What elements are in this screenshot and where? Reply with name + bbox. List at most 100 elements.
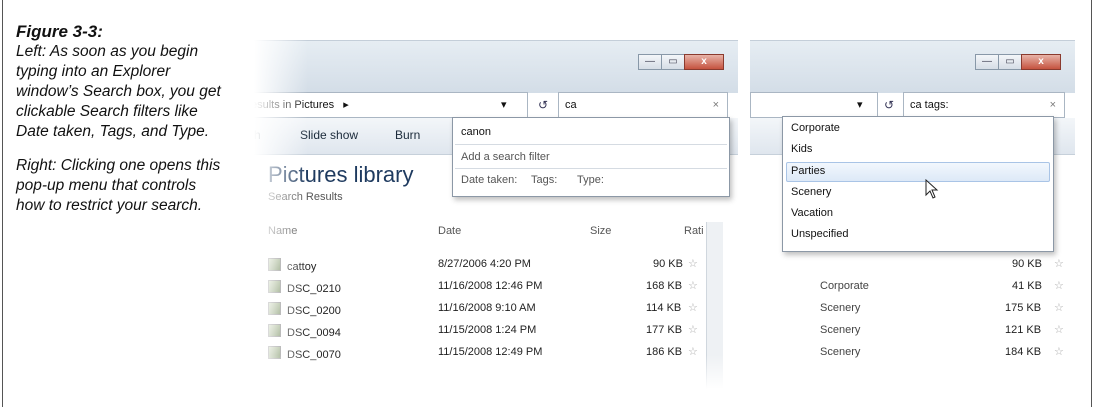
- mouse-pointer-icon: [925, 179, 939, 199]
- refresh-icon: ↺: [537, 98, 549, 112]
- fade-bottom: [750, 355, 1075, 395]
- vertical-scrollbar[interactable]: [706, 222, 723, 395]
- minimize-button[interactable]: —: [638, 54, 662, 70]
- search-value: ca tags:: [910, 99, 949, 111]
- search-input[interactable]: ca tags: ×: [903, 92, 1065, 118]
- minimize-icon: —: [645, 56, 655, 67]
- library-subtitle: Search Results: [268, 191, 343, 203]
- file-size: 114 KB: [646, 302, 682, 314]
- menu-item-scenery[interactable]: Scenery: [791, 186, 831, 198]
- rating-star-icon[interactable]: ☆: [1054, 301, 1064, 314]
- caption-left-text: Left: As soon as you begin typing into a…: [16, 43, 221, 140]
- figure-caption: Figure 3-3: Left: As soon as you begin t…: [16, 22, 226, 230]
- file-size: 168 KB: [646, 280, 683, 292]
- maximize-button[interactable]: ▭: [998, 54, 1022, 70]
- file-row[interactable]: DSC_0070: [268, 346, 341, 361]
- file-size: 121 KB: [1005, 324, 1042, 336]
- menu-item-unspecified[interactable]: Unspecified: [791, 228, 848, 240]
- search-input[interactable]: ca ×: [558, 92, 728, 118]
- file-tags: Scenery: [820, 324, 861, 336]
- filter-type[interactable]: Type:: [577, 174, 604, 186]
- filter-tags[interactable]: Tags:: [531, 174, 557, 186]
- file-date: 11/15/2008 1:24 PM: [438, 324, 537, 336]
- popup-divider: [455, 168, 727, 169]
- file-size: 184 KB: [1005, 346, 1042, 358]
- file-date: 8/27/2006 4:20 PM: [438, 258, 531, 270]
- rating-star-icon[interactable]: ☆: [1054, 279, 1064, 292]
- toolbar-search-button[interactable]: ch: [248, 128, 261, 142]
- refresh-button[interactable]: ↺: [878, 92, 900, 118]
- chevron-down-icon[interactable]: ▾: [857, 93, 863, 117]
- file-row[interactable]: DSC_0200: [268, 302, 341, 317]
- add-search-filter-heading: Add a search filter: [461, 151, 550, 163]
- file-size: 177 KB: [646, 324, 683, 336]
- slideshow-button[interactable]: Slide show: [300, 128, 358, 142]
- menu-highlight: [786, 162, 1050, 182]
- menu-item-parties[interactable]: Parties: [791, 165, 825, 177]
- file-name: DSC_0200: [287, 305, 341, 317]
- file-date: 11/16/2008 12:46 PM: [438, 280, 543, 292]
- image-file-icon: [268, 302, 281, 315]
- tags-filter-menu: Corporate Kids Parties Scenery Vacation …: [782, 116, 1054, 252]
- file-tags: Scenery: [820, 302, 861, 314]
- file-name: DSC_0094: [287, 327, 341, 339]
- address-bar[interactable]: esults in Pictures ▸ ▾: [248, 92, 528, 118]
- file-row[interactable]: cattoy: [268, 258, 316, 273]
- left-window-buttons: — ▭ x: [638, 54, 724, 70]
- popup-divider: [455, 144, 727, 145]
- rating-star-icon[interactable]: ☆: [1054, 323, 1064, 336]
- filter-date-taken[interactable]: Date taken:: [461, 174, 517, 186]
- rating-star-icon[interactable]: ☆: [688, 257, 698, 270]
- file-tags: Scenery: [820, 346, 861, 358]
- chevron-down-icon[interactable]: ▾: [501, 93, 507, 117]
- maximize-button[interactable]: ▭: [661, 54, 685, 70]
- rating-star-icon[interactable]: ☆: [688, 301, 698, 314]
- minimize-icon: —: [982, 56, 992, 67]
- rating-star-icon[interactable]: ☆: [1054, 257, 1064, 270]
- fade-bottom: [248, 355, 738, 395]
- address-bar[interactable]: ▾: [750, 92, 878, 118]
- file-size: 90 KB: [1012, 258, 1042, 270]
- fade-top: [750, 10, 1075, 40]
- file-name: cattoy: [287, 261, 317, 273]
- file-name: DSC_0210: [287, 283, 341, 295]
- left-screenshot: — ▭ x esults in Pictures ▸ ▾ ↺ ca × ch S…: [248, 10, 738, 395]
- column-rating[interactable]: Rati: [684, 225, 704, 237]
- refresh-icon: ↺: [883, 98, 895, 112]
- maximize-icon: ▭: [668, 56, 678, 67]
- menu-item-corporate[interactable]: Corporate: [791, 122, 840, 134]
- file-tags: Corporate: [820, 280, 869, 292]
- file-row[interactable]: DSC_0094: [268, 324, 341, 339]
- file-date: 11/16/2008 9:10 AM: [438, 302, 536, 314]
- column-name[interactable]: Name: [268, 225, 297, 237]
- breadcrumb[interactable]: esults in Pictures: [251, 99, 334, 111]
- clear-search-icon[interactable]: ×: [713, 93, 719, 117]
- image-file-icon: [268, 346, 281, 359]
- column-date[interactable]: Date: [438, 225, 461, 237]
- close-button[interactable]: x: [1021, 54, 1061, 70]
- suggestion-canon[interactable]: canon: [461, 126, 491, 138]
- figure-title: Figure 3-3:: [16, 22, 103, 41]
- clear-search-icon[interactable]: ×: [1050, 93, 1056, 117]
- right-window-buttons: — ▭ x: [975, 54, 1061, 70]
- file-date: 11/15/2008 12:49 PM: [438, 346, 543, 358]
- file-size: 90 KB: [653, 258, 683, 270]
- menu-item-kids[interactable]: Kids: [791, 143, 812, 155]
- menu-item-vacation[interactable]: Vacation: [791, 207, 833, 219]
- refresh-button[interactable]: ↺: [532, 92, 554, 118]
- rating-star-icon[interactable]: ☆: [688, 279, 698, 292]
- file-row[interactable]: DSC_0210: [268, 280, 341, 295]
- column-size[interactable]: Size: [590, 225, 611, 237]
- close-button[interactable]: x: [684, 54, 724, 70]
- rating-star-icon[interactable]: ☆: [1054, 345, 1064, 358]
- search-value: ca: [565, 99, 577, 111]
- image-file-icon: [268, 324, 281, 337]
- burn-button[interactable]: Burn: [395, 128, 420, 142]
- rating-star-icon[interactable]: ☆: [688, 323, 698, 336]
- image-file-icon: [268, 258, 281, 271]
- close-icon: x: [701, 56, 707, 67]
- breadcrumb-arrow-icon: ▸: [343, 99, 349, 111]
- image-file-icon: [268, 280, 281, 293]
- minimize-button[interactable]: —: [975, 54, 999, 70]
- rating-star-icon[interactable]: ☆: [688, 345, 698, 358]
